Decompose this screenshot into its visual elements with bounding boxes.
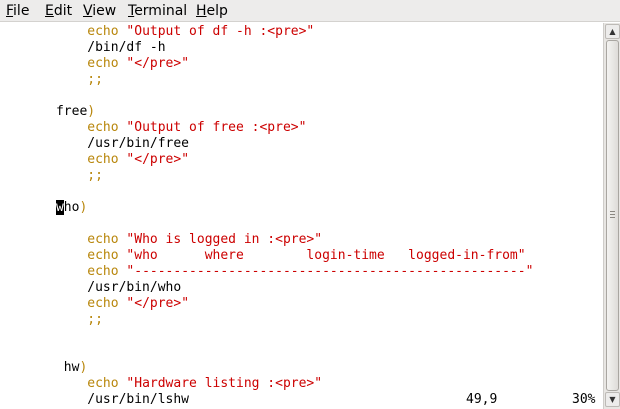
terminal-line: echo "who where login-time logged-in-fro… [9, 248, 526, 264]
menu-edit[interactable]: Edit [45, 2, 72, 20]
code-segment: echo [87, 24, 127, 39]
terminal-line: hw) [9, 360, 88, 376]
menu-help[interactable]: Help [196, 2, 228, 20]
menu-terminal[interactable]: Terminal [128, 2, 187, 20]
terminal-line: /usr/bin/free [9, 136, 189, 152]
code-segment: ) [87, 104, 96, 119]
code-segment: ;; [87, 312, 103, 327]
terminal-line: echo "Output of free :<pre>" [9, 120, 306, 136]
scrollbar-thumb[interactable] [606, 40, 619, 391]
text-cursor: w [55, 200, 64, 215]
code-segment: "Output of df -h :<pre>" [126, 24, 315, 39]
code-segment: free [9, 104, 88, 119]
code-segment: echo [87, 120, 127, 135]
terminal-line: echo "Output of df -h :<pre>" [9, 24, 314, 40]
code-segment: ho [63, 200, 80, 215]
terminal-line: echo "</pre>" [9, 56, 189, 72]
scroll-down-icon[interactable]: ▼ [605, 392, 620, 407]
code-segment: echo [87, 296, 127, 311]
terminal-line: /usr/bin/lshw [9, 392, 189, 408]
code-segment: "Hardware listing :<pre>" [126, 376, 323, 391]
code-segment: echo [87, 56, 127, 71]
terminal-line: echo "Who is logged in :<pre>" [9, 232, 322, 248]
code-segment: /usr/bin/lshw [9, 392, 190, 407]
code-segment: "</pre>" [126, 152, 190, 167]
code-segment: "</pre>" [126, 56, 190, 71]
scroll-percent: 30% [572, 392, 596, 407]
menu-file[interactable]: File [6, 2, 29, 20]
terminal-line: /usr/bin/who [9, 280, 181, 296]
code-segment: "---------------------------------------… [126, 264, 534, 279]
code-segment: echo [87, 152, 127, 167]
menu-bar: File Edit View Terminal Help [0, 0, 620, 22]
code-segment: ;; [87, 168, 103, 183]
vertical-scrollbar[interactable]: ▲ ▼ [603, 23, 620, 409]
code-segment: /usr/bin/who [9, 280, 182, 295]
terminal-line: echo "</pre>" [9, 296, 189, 312]
terminal-line: ;; [9, 168, 103, 184]
code-segment: "Output of free :<pre>" [126, 120, 307, 135]
code-segment: "</pre>" [126, 296, 190, 311]
code-segment: "who where login-time logged-in-from" [126, 248, 526, 263]
terminal-line: who) [9, 200, 87, 216]
code-segment: ;; [87, 72, 103, 87]
menu-view[interactable]: View [83, 2, 116, 20]
code-segment: echo [87, 264, 127, 279]
terminal-line: echo "----------------------------------… [9, 264, 533, 280]
code-segment: "Who is logged in :<pre>" [126, 232, 323, 247]
code-segment: /usr/bin/free [9, 136, 190, 151]
code-segment: echo [87, 232, 127, 247]
terminal-text-area[interactable]: 49,9 30% echo "Output of df -h :<pre>" /… [0, 23, 603, 409]
terminal-line: echo "</pre>" [9, 152, 189, 168]
terminal-line: ;; [9, 312, 103, 328]
terminal-line: free) [9, 104, 95, 120]
code-segment: echo [87, 376, 127, 391]
scroll-up-icon[interactable]: ▲ [605, 24, 620, 39]
terminal-line: /bin/df -h [9, 40, 166, 56]
code-segment: /bin/df -h [9, 40, 166, 55]
code-segment: ) [79, 360, 88, 375]
code-segment: echo [87, 248, 127, 263]
code-segment: ) [79, 200, 88, 215]
code-segment: hw [9, 360, 80, 375]
terminal-line: echo "Hardware listing :<pre>" [9, 376, 322, 392]
cursor-position: 49,9 [466, 392, 498, 407]
terminal-line: ;; [9, 72, 103, 88]
